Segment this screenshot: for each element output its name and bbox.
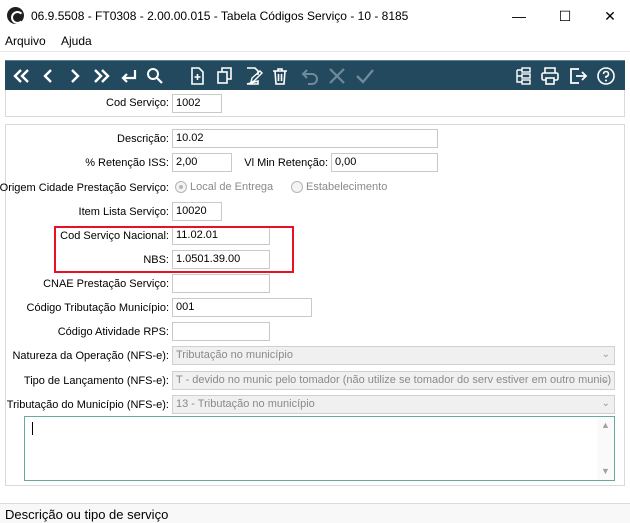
menu-arquivo[interactable]: Arquivo xyxy=(5,34,46,48)
retencao-iss-field[interactable]: 2,00 xyxy=(172,153,232,172)
local-entrega-label: Local de Entrega xyxy=(190,181,274,193)
tipo-lancamento-label: Tipo de Lançamento (NFS-e): xyxy=(23,375,169,387)
delete-record-icon[interactable] xyxy=(268,64,292,88)
edit-record-icon[interactable] xyxy=(241,64,265,88)
origem-cidade-label: Origem Cidade Prestação Serviço: xyxy=(0,182,169,194)
status-bar: Descrição ou tipo de serviço xyxy=(0,503,630,523)
item-lista-field[interactable]: 10020 xyxy=(172,202,222,221)
codigo-atividade-rps-field[interactable] xyxy=(172,322,270,341)
estabelecimento-radio[interactable] xyxy=(291,181,303,193)
codigo-atividade-rps-label: Código Atividade RPS: xyxy=(57,326,169,338)
tree-structure-icon[interactable] xyxy=(511,64,535,88)
app-logo-icon xyxy=(7,7,24,24)
estabelecimento-label: Estabelecimento xyxy=(306,181,388,193)
undo-icon[interactable] xyxy=(298,64,322,88)
highlight-rectangle xyxy=(54,226,294,273)
local-entrega-radio[interactable] xyxy=(175,181,187,193)
key-panel xyxy=(5,90,625,117)
memo-textarea[interactable]: ▲ ▼ xyxy=(24,416,615,481)
cancel-icon[interactable] xyxy=(325,64,349,88)
new-record-icon[interactable] xyxy=(185,64,209,88)
codigo-tributacao-field[interactable]: 001 xyxy=(172,298,312,317)
maximize-button[interactable]: ☐ xyxy=(542,0,588,32)
vl-min-retencao-label: Vl Min Retenção: xyxy=(244,157,328,169)
last-record-icon[interactable] xyxy=(89,64,113,88)
previous-record-icon[interactable] xyxy=(36,64,60,88)
close-button[interactable]: ✕ xyxy=(587,0,630,32)
natureza-operacao-select[interactable]: Tributação no município ⌄ xyxy=(172,346,615,365)
tipo-lancamento-select[interactable]: T - devido no munic pelo tomador (não ut… xyxy=(172,371,615,390)
tributacao-municipio-select[interactable]: 13 - Tributação no município ⌄ xyxy=(172,395,615,414)
chevron-down-icon: ⌄ xyxy=(601,374,610,385)
menu-ajuda[interactable]: Ajuda xyxy=(61,34,92,48)
retencao-iss-label: % Retenção ISS: xyxy=(85,157,169,169)
minimize-button[interactable]: — xyxy=(496,0,542,32)
help-icon[interactable] xyxy=(594,64,618,88)
first-record-icon[interactable] xyxy=(10,64,34,88)
title-bar: 06.9.5508 - FT0308 - 2.00.00.015 - Tabel… xyxy=(0,0,630,32)
search-icon[interactable] xyxy=(143,64,167,88)
natureza-operacao-value: Tributação no município xyxy=(176,349,293,361)
copy-record-icon[interactable] xyxy=(213,64,237,88)
toolbar xyxy=(5,60,625,90)
natureza-operacao-label: Natureza da Operação (NFS-e): xyxy=(12,350,169,362)
item-lista-label: Item Lista Serviço: xyxy=(78,206,169,218)
scroll-up-icon[interactable]: ▲ xyxy=(601,420,610,430)
chevron-down-icon: ⌄ xyxy=(601,398,610,409)
window-title: 06.9.5508 - FT0308 - 2.00.00.015 - Tabel… xyxy=(31,9,409,23)
cnae-field[interactable] xyxy=(172,274,270,293)
status-text: Descrição ou tipo de serviço xyxy=(5,507,169,522)
return-icon[interactable] xyxy=(117,64,141,88)
cod-servico-field[interactable]: 1002 xyxy=(172,94,222,113)
vl-min-retencao-field[interactable]: 0,00 xyxy=(331,153,438,172)
exit-icon[interactable] xyxy=(566,64,590,88)
scroll-down-icon[interactable]: ▼ xyxy=(601,466,610,476)
descricao-label: Descrição: xyxy=(117,133,169,145)
print-icon[interactable] xyxy=(538,64,562,88)
memo-scrollbar[interactable]: ▲ ▼ xyxy=(597,417,614,480)
next-record-icon[interactable] xyxy=(63,64,87,88)
cnae-label: CNAE Prestação Serviço: xyxy=(43,278,169,290)
tributacao-municipio-value: 13 - Tributação no município xyxy=(176,398,315,410)
confirm-icon[interactable] xyxy=(353,64,377,88)
text-caret xyxy=(32,422,33,435)
chevron-down-icon: ⌄ xyxy=(601,349,610,360)
descricao-field[interactable]: 10.02 xyxy=(172,129,438,148)
codigo-tributacao-label: Código Tributação Município: xyxy=(26,302,169,314)
tributacao-municipio-label: Tributação do Município (NFS-e): xyxy=(6,399,169,411)
tipo-lancamento-value: T - devido no munic pelo tomador (não ut… xyxy=(176,374,612,386)
menu-bar: Arquivo Ajuda xyxy=(0,32,630,52)
cod-servico-label: Cod Serviço: xyxy=(106,97,169,109)
